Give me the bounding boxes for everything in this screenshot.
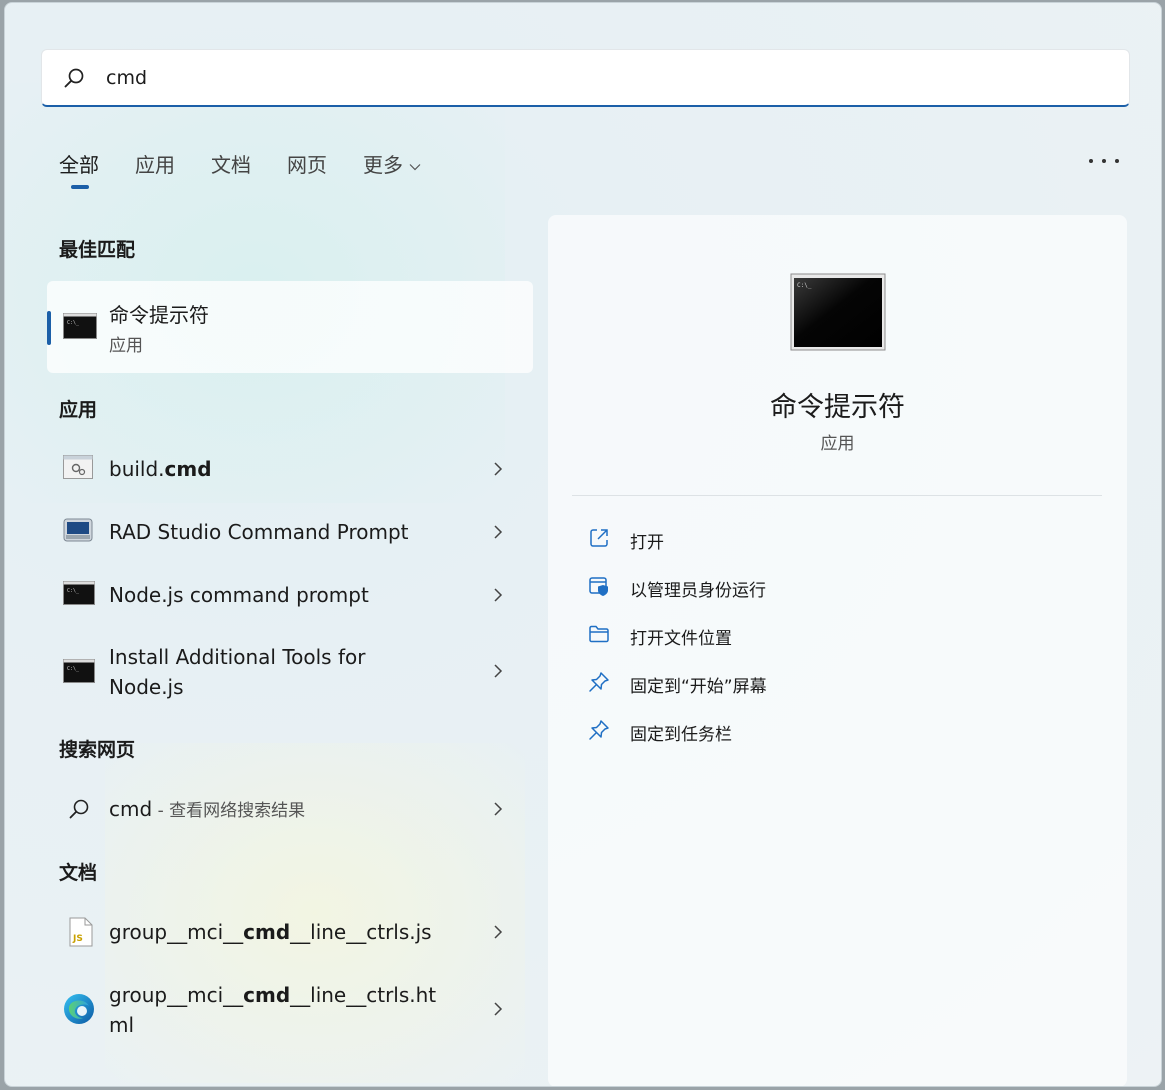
tab-more[interactable]: 更多 [363, 149, 421, 178]
chevron-down-icon [409, 152, 421, 176]
rad-studio-icon [63, 517, 93, 547]
best-match-name: 命令提示符 [109, 303, 209, 327]
batch-file-icon [63, 455, 93, 483]
chevron-right-icon [493, 801, 503, 821]
best-match-type: 应用 [109, 336, 143, 356]
chevron-right-icon [493, 587, 503, 607]
chevron-right-icon [493, 924, 503, 944]
more-options-button[interactable] [1089, 153, 1119, 169]
web-search-result[interactable]: cmd - 查看网络搜索结果 [45, 791, 535, 827]
chevron-right-icon [493, 663, 503, 683]
javascript-file-icon: JS [69, 917, 93, 951]
chevron-right-icon [493, 524, 503, 544]
tab-web[interactable]: 网页 [287, 149, 327, 178]
tab-all[interactable]: 全部 [59, 149, 99, 189]
command-prompt-icon: C:\_ [63, 659, 95, 687]
detail-type: 应用 [820, 434, 855, 454]
svg-text:C:\_: C:\_ [67, 666, 80, 672]
section-title-documents: 文档 [59, 862, 98, 884]
action-pin-to-start[interactable]: 固定到“开始”屏幕 [588, 671, 767, 697]
search-panel: 全部 应用 文档 网页 更多 最佳匹配 C:\_ 命令提示符 应用 应用 [4, 2, 1162, 1087]
command-prompt-icon: C:\_ [63, 581, 95, 609]
app-result-build-cmd[interactable]: build.cmd [45, 451, 535, 487]
section-title-apps: 应用 [59, 399, 98, 421]
best-match-item[interactable]: C:\_ 命令提示符 应用 [47, 281, 533, 373]
svg-text:C:\_: C:\_ [797, 282, 812, 289]
pin-icon [588, 671, 610, 697]
detail-title: 命令提示符 [770, 392, 905, 423]
search-input[interactable] [106, 66, 1006, 89]
open-external-icon [588, 527, 610, 553]
action-open[interactable]: 打开 [588, 527, 664, 553]
section-title-best-match: 最佳匹配 [59, 239, 136, 261]
action-pin-to-taskbar[interactable]: 固定到任务栏 [588, 719, 732, 745]
svg-text:C:\_: C:\_ [67, 320, 80, 326]
shield-icon [588, 575, 610, 601]
folder-icon [588, 623, 610, 649]
section-title-web: 搜索网页 [59, 739, 136, 761]
detail-panel: C:\_ 命令提示符 应用 打开 以管理员身份运行 打开文件位置 固定到“开始”… [548, 215, 1127, 1086]
pin-icon [588, 719, 610, 745]
search-icon [42, 66, 106, 90]
filter-tabs: 全部 应用 文档 网页 更多 [59, 149, 457, 189]
chevron-right-icon [493, 461, 503, 481]
app-result-rad-studio[interactable]: RAD Studio Command Prompt [45, 514, 535, 550]
tab-documents[interactable]: 文档 [211, 149, 251, 178]
chevron-right-icon [493, 1001, 503, 1021]
edge-browser-icon [63, 993, 95, 1029]
search-box[interactable] [41, 49, 1130, 107]
tab-apps[interactable]: 应用 [135, 149, 175, 178]
command-prompt-icon: C:\_ [63, 313, 97, 343]
document-result-html[interactable]: group__mci__cmd__line__ctrls.ht ml [45, 977, 535, 1041]
search-icon [67, 797, 91, 825]
document-result-js[interactable]: JS group__mci__cmd__line__ctrls.js [45, 914, 535, 950]
svg-text:C:\_: C:\_ [67, 588, 80, 594]
action-open-file-location[interactable]: 打开文件位置 [588, 623, 732, 649]
action-run-as-admin[interactable]: 以管理员身份运行 [588, 575, 766, 601]
divider [572, 495, 1102, 496]
app-result-install-tools[interactable]: C:\_ Install Additional Tools for Node.j… [45, 639, 535, 703]
command-prompt-icon: C:\_ [790, 273, 886, 355]
svg-text:JS: JS [72, 934, 83, 944]
app-result-nodejs-prompt[interactable]: C:\_ Node.js command prompt [45, 577, 535, 613]
